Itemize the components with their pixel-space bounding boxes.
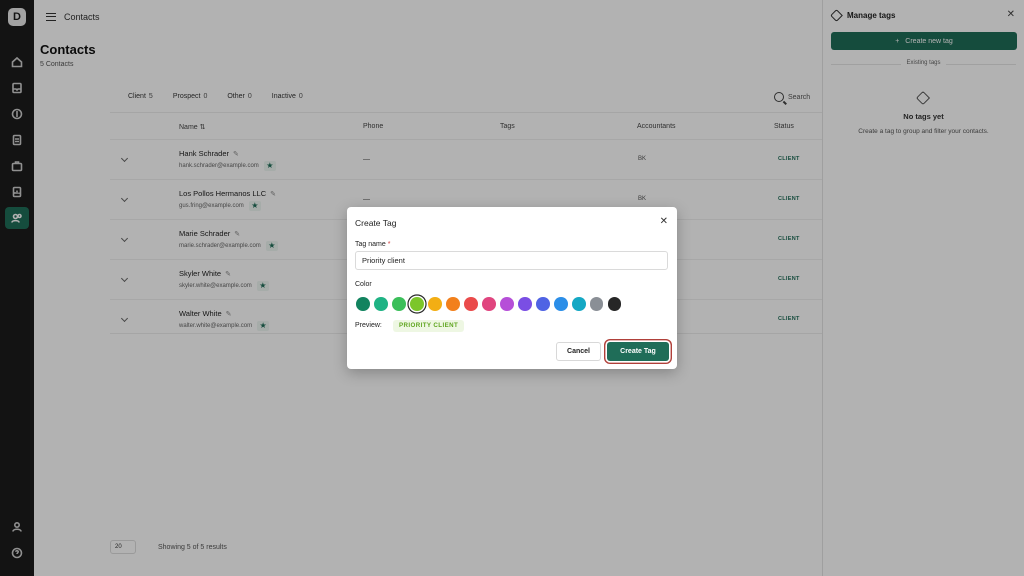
close-dialog-icon[interactable]: ✕	[660, 216, 668, 227]
cancel-button[interactable]: Cancel	[556, 342, 601, 361]
dialog-title: Create Tag	[355, 218, 397, 228]
tag-name-input[interactable]	[355, 251, 668, 270]
color-swatch-7[interactable]	[463, 297, 478, 311]
color-swatch-3[interactable]	[391, 297, 406, 311]
color-swatches	[356, 297, 622, 311]
color-swatch-6[interactable]	[445, 297, 460, 311]
color-swatch-2[interactable]	[373, 297, 388, 311]
required-marker: *	[387, 241, 391, 248]
color-swatch-9[interactable]	[499, 297, 514, 311]
create-tag-button[interactable]: Create Tag	[607, 342, 669, 361]
color-swatch-13[interactable]	[571, 297, 586, 311]
create-tag-dialog: Create Tag ✕ Tag name* Color Preview: PR…	[347, 207, 677, 369]
color-label: Color	[355, 281, 372, 288]
tag-name-label: Tag name	[355, 241, 386, 248]
tag-preview-chip: PRIORITY CLIENT	[393, 320, 465, 332]
color-swatch-1[interactable]	[356, 297, 370, 311]
color-swatch-4[interactable]	[409, 297, 424, 311]
color-swatch-8[interactable]	[481, 297, 496, 311]
color-swatch-14[interactable]	[589, 297, 604, 311]
color-swatch-5[interactable]	[427, 297, 442, 311]
color-swatch-10[interactable]	[517, 297, 532, 311]
color-swatch-12[interactable]	[553, 297, 568, 311]
color-swatch-15[interactable]	[607, 297, 622, 311]
color-swatch-11[interactable]	[535, 297, 550, 311]
preview-label: Preview:	[355, 322, 382, 329]
